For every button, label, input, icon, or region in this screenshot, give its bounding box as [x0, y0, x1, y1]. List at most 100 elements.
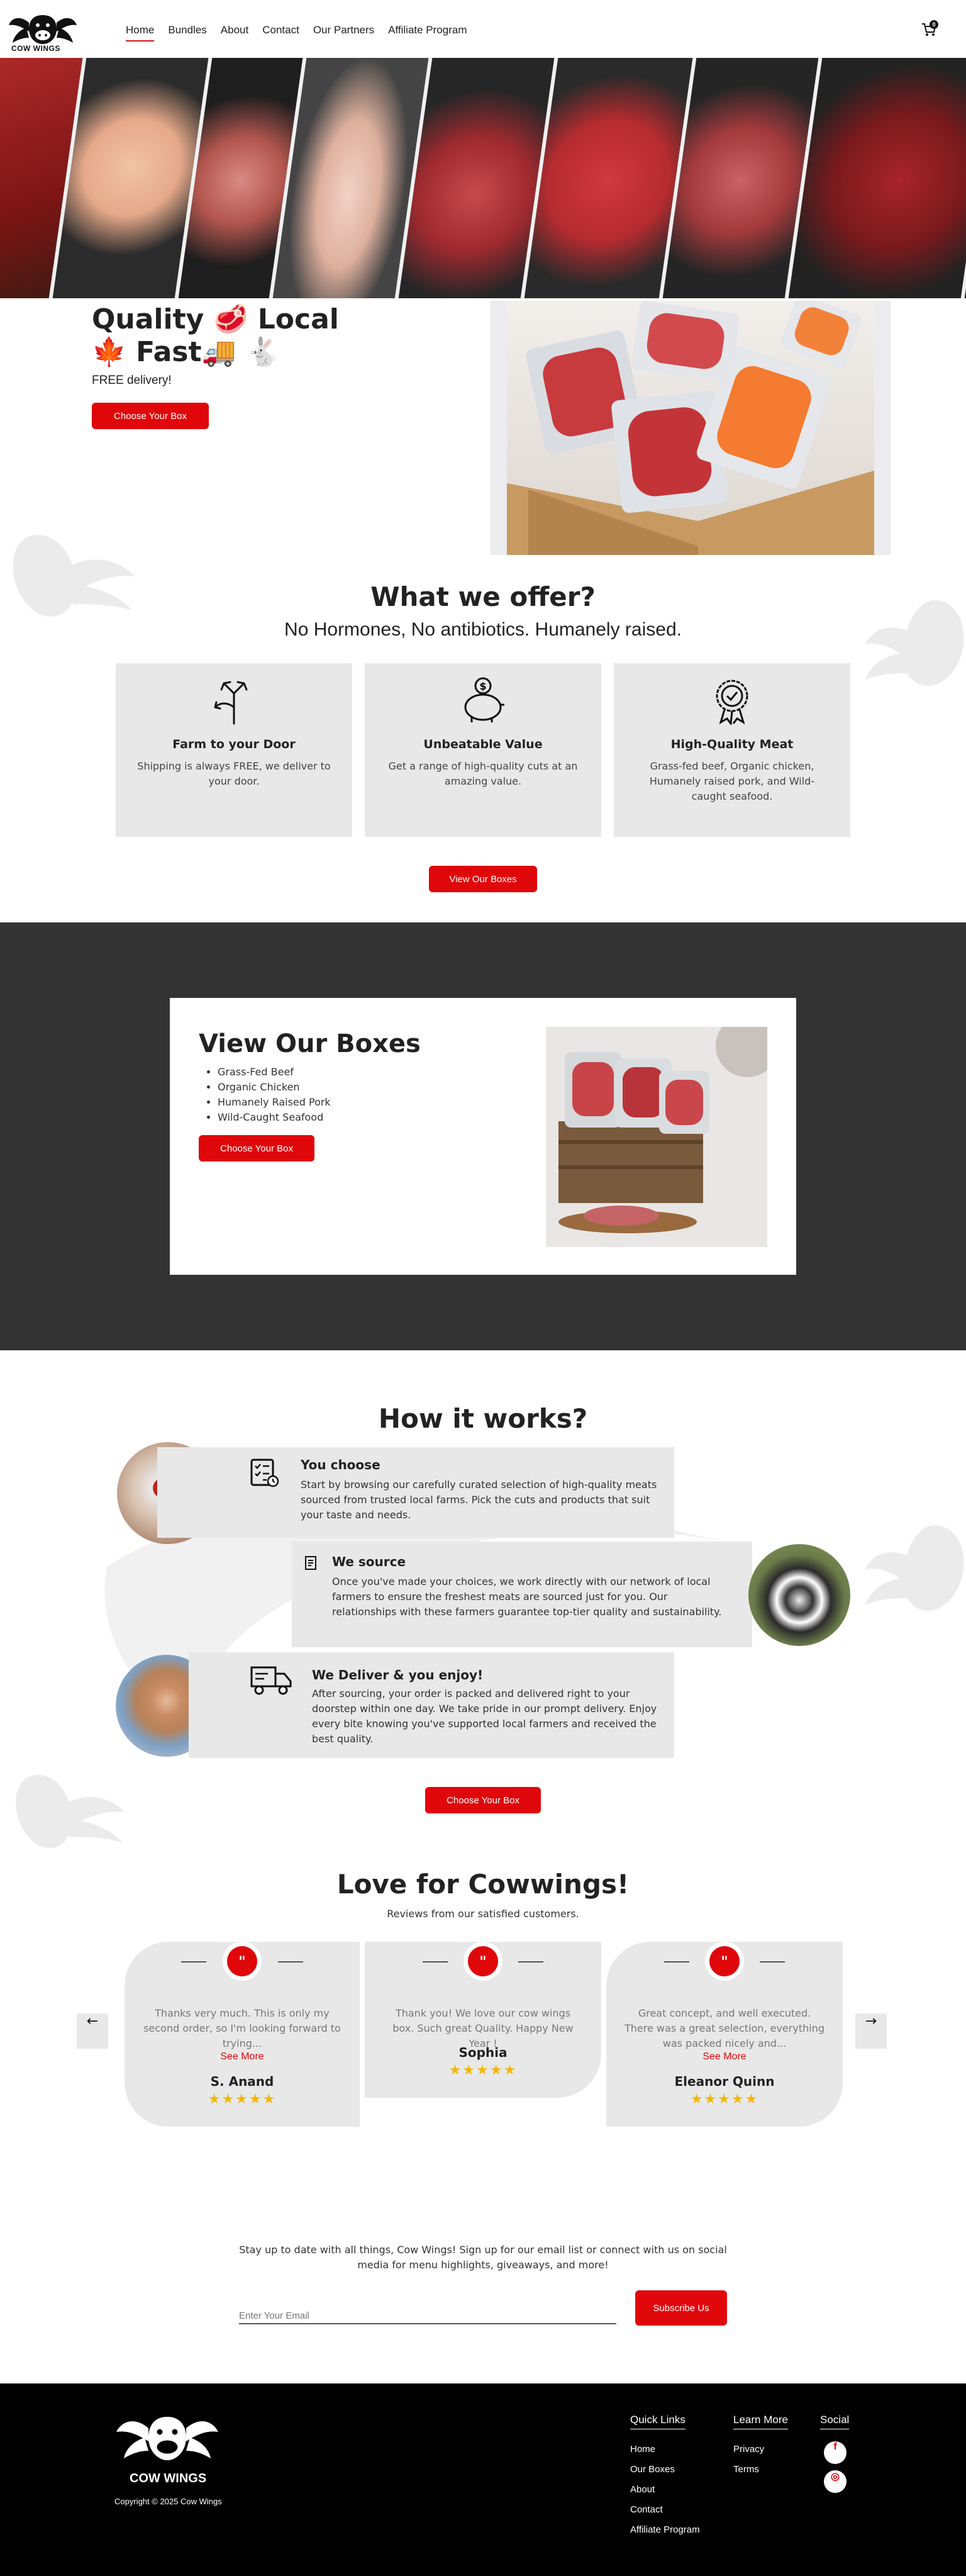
see-more-link[interactable]: See More — [606, 2051, 843, 2063]
offer-subtitle: No Hormones, No antibiotics. Humanely ra… — [284, 619, 682, 640]
review-card: " Thanks very much. This is only my seco… — [125, 1942, 360, 2127]
divider — [181, 1961, 206, 1963]
quick-links-title: Quick Links — [630, 2414, 686, 2429]
reviewer-name: S. Anand — [210, 2074, 274, 2089]
cow-wings-logo[interactable] — [111, 2411, 224, 2468]
site-footer: COW WINGS Copyright © 2025 Cow Wings Qui… — [0, 2383, 966, 2576]
logo-text: COW WINGS — [11, 44, 60, 53]
offer-card-text: Get a range of high-quality cuts at an a… — [388, 760, 578, 787]
view-our-boxes-button[interactable]: View Our Boxes — [429, 866, 537, 892]
subscribe-button[interactable]: Subscribe Us — [635, 2290, 727, 2326]
cow-watermark-icon — [13, 535, 135, 617]
reviewer-name: Sophia — [458, 2045, 508, 2060]
hero-choose-box-button[interactable]: Choose Your Box — [92, 403, 209, 429]
offer-card-text: Shipping is always FREE, we deliver to y… — [137, 760, 331, 787]
review-text: Great concept, and well executed. There … — [625, 2007, 824, 2049]
offer-card-title: Unbeatable Value — [423, 737, 543, 751]
how-step-text: Once you've made your choices, we work d… — [332, 1576, 722, 1618]
divider — [760, 1961, 785, 1963]
review-text: Thanks very much. This is only my second… — [143, 2007, 341, 2049]
nav-contact[interactable]: Contact — [262, 24, 299, 42]
how-step-text: After sourcing, your order is packed and… — [312, 1688, 657, 1745]
reviewer-name: Eleanor Quinn — [674, 2074, 775, 2089]
boxes-list: Grass-Fed Beef Organic Chicken Humanely … — [218, 1065, 331, 1125]
rating-stars: ★★★★★ — [448, 2063, 518, 2078]
divider — [518, 1961, 543, 1963]
quote-icon: " — [223, 1942, 262, 1981]
footer-link-our-boxes[interactable]: Our Boxes — [630, 2464, 675, 2475]
offer-card-title: Farm to your Door — [172, 737, 296, 751]
cart-count-badge: 0 — [930, 20, 938, 29]
meat-crate-image — [546, 1027, 767, 1247]
offer-card-value: $ Unbeatable Value Get a range of high-q… — [365, 663, 601, 837]
how-step-deliver: We Deliver & you enjoy! After sourcing, … — [189, 1652, 674, 1758]
hero-subtitle: FREE delivery! — [92, 374, 172, 387]
copyright: Copyright © 2025 Cow Wings — [114, 2497, 222, 2506]
social-title: Social — [820, 2414, 850, 2429]
boxes-card: View Our Boxes Grass-Fed Beef Organic Ch… — [170, 998, 796, 1275]
hero-title: Quality 🥩 Local 🍁 Fast🚚 🐇 — [92, 303, 339, 369]
footer-link-terms[interactable]: Terms — [733, 2464, 759, 2475]
cows-farm-image — [748, 1544, 850, 1646]
quote-icon: " — [705, 1942, 744, 1981]
nav-affiliate-program[interactable]: Affiliate Program — [388, 24, 467, 42]
hero-title-line2: 🍁 Fast🚚 🐇 — [92, 336, 280, 368]
nav-our-partners[interactable]: Our Partners — [313, 24, 374, 42]
review-card: " Thank you! We love our cow wings box. … — [365, 1942, 601, 2098]
offer-card-quality: High-Quality Meat Grass-fed beef, Organi… — [614, 663, 850, 837]
how-step-choose: You choose Start by browsing our careful… — [157, 1447, 674, 1538]
hero-title-line1: Quality 🥩 Local — [92, 303, 339, 335]
divider — [278, 1961, 303, 1963]
quote-icon: " — [464, 1942, 502, 1981]
footer-link-affiliate[interactable]: Affiliate Program — [630, 2524, 700, 2535]
how-step-title: We Deliver & you enjoy! — [312, 1667, 484, 1683]
how-step-source: We source Once you've made your choices,… — [292, 1542, 752, 1647]
newsletter-text: Stay up to date with all things, Cow Win… — [239, 2244, 727, 2271]
nav-about[interactable]: About — [221, 24, 248, 42]
list-item: Wild-Caught Seafood — [218, 1110, 331, 1125]
learn-more-title: Learn More — [733, 2414, 788, 2429]
rating-stars: ★★★★★ — [208, 2092, 277, 2107]
rating-stars: ★★★★★ — [690, 2092, 759, 2107]
how-step-title: You choose — [301, 1457, 380, 1472]
hero-meat-box-image — [491, 294, 891, 555]
how-choose-box-button[interactable]: Choose Your Box — [425, 1787, 541, 1813]
divider — [664, 1961, 689, 1963]
reviews-subtitle: Reviews from our satisfied customers. — [387, 1908, 579, 1920]
footer-link-contact[interactable]: Contact — [630, 2504, 663, 2515]
quality-badge-icon — [716, 680, 748, 725]
review-card: " Great concept, and well executed. Ther… — [606, 1942, 843, 2127]
delivery-truck-icon — [250, 1666, 292, 1695]
list-item: Organic Chicken — [218, 1080, 331, 1095]
offer-card-farm: Farm to your Door Shipping is always FRE… — [116, 663, 352, 837]
offer-card-title: High-Quality Meat — [670, 737, 794, 751]
main-nav: Home Bundles About Contact Our Partners … — [126, 24, 467, 42]
email-field[interactable] — [239, 2302, 616, 2324]
nav-home[interactable]: Home — [126, 24, 155, 42]
list-item: Humanely Raised Pork — [218, 1095, 331, 1110]
document-icon — [305, 1556, 316, 1570]
reviews-next-button[interactable]: → — [855, 2013, 887, 2049]
boxes-title: View Our Boxes — [199, 1029, 421, 1058]
nav-bundles[interactable]: Bundles — [168, 24, 206, 42]
directions-icon — [214, 681, 248, 725]
site-header: COW WINGS Home Bundles About Contact Our… — [0, 0, 966, 58]
instagram-icon[interactable]: ◎ — [824, 2470, 847, 2493]
how-title: How it works? — [378, 1403, 588, 1434]
piggy-bank-icon: $ — [464, 677, 504, 722]
offer-card-text: Grass-fed beef, Organic chicken, Humanel… — [649, 760, 815, 802]
cow-watermark-icon — [16, 1774, 125, 1849]
facebook-icon[interactable]: f — [824, 2441, 847, 2464]
footer-link-about[interactable]: About — [630, 2484, 655, 2495]
see-more-link[interactable]: See More — [125, 2051, 360, 2063]
list-item: Grass-Fed Beef — [218, 1065, 331, 1080]
boxes-choose-box-button[interactable]: Choose Your Box — [199, 1135, 314, 1162]
divider — [423, 1961, 448, 1963]
checklist-icon — [250, 1459, 279, 1487]
reviews-prev-button[interactable]: ← — [77, 2013, 108, 2049]
footer-link-privacy[interactable]: Privacy — [733, 2444, 764, 2455]
footer-link-home[interactable]: Home — [630, 2444, 655, 2455]
cow-watermark-icon — [865, 1525, 964, 1611]
how-step-title: We source — [332, 1554, 406, 1569]
svg-text:$: $ — [479, 680, 486, 692]
